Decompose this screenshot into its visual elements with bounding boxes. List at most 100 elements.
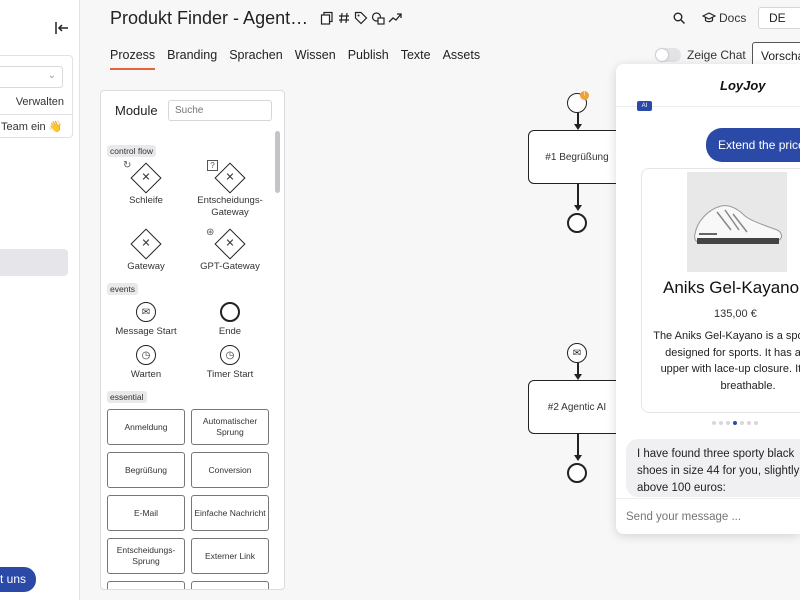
flow-arrow: [574, 455, 582, 461]
docs-label: Docs: [719, 11, 747, 25]
flow-arrow: [574, 205, 582, 211]
collapse-sidebar-icon[interactable]: [54, 20, 70, 36]
gateway-shape: ✕: [214, 162, 246, 194]
module-ende[interactable]: Ende: [185, 302, 275, 338]
module-gateway[interactable]: ✕ Gateway: [101, 228, 191, 273]
graduation-cap-icon: [702, 12, 716, 23]
end-event-icon: [220, 302, 240, 322]
trending-icon[interactable]: [388, 11, 402, 25]
module-einfache-nachricht[interactable]: Einfache Nachricht: [191, 495, 269, 531]
modules-panel: Module control flow ↻ ✕ Schleife ? ✕ Ent…: [100, 90, 285, 590]
flow-end-event[interactable]: [567, 213, 587, 233]
ai-badge: AI: [637, 101, 652, 111]
shapes-icon[interactable]: [371, 11, 385, 25]
module-partial[interactable]: [107, 581, 185, 589]
module-label: Gateway: [127, 261, 165, 272]
module-partial[interactable]: [191, 581, 269, 589]
tab-prozess[interactable]: Prozess: [110, 48, 156, 70]
tab-texte[interactable]: Texte: [401, 48, 431, 70]
category-essential: essential: [107, 391, 147, 403]
flow-end-event[interactable]: [567, 463, 587, 483]
envelope-icon: ✉: [136, 302, 156, 322]
show-chat-toggle-group: Zeige Chat: [655, 48, 746, 62]
left-sidebar: ⌄ Verwalten Team ein 👋 t uns: [0, 0, 80, 600]
chat-message-input[interactable]: [616, 498, 800, 534]
carousel-dot[interactable]: [712, 421, 716, 425]
module-automatischer-sprung[interactable]: Automatischer Sprung: [191, 409, 269, 445]
module-label: Timer Start: [206, 369, 254, 380]
carousel-dot[interactable]: [754, 421, 758, 425]
tab-assets[interactable]: Assets: [443, 48, 481, 70]
module-begruessung[interactable]: Begrüßung: [107, 452, 185, 488]
clock-icon: ◷: [136, 345, 156, 365]
contact-button[interactable]: t uns: [0, 567, 36, 592]
bot-message-bubble: I have found three sporty black shoes in…: [626, 439, 800, 497]
module-label: GPT-Gateway: [200, 261, 260, 272]
timer-icon: ◷: [220, 345, 240, 365]
category-control-flow: control flow: [107, 145, 156, 157]
tab-branding[interactable]: Branding: [167, 48, 217, 70]
modules-search-input[interactable]: [168, 100, 272, 121]
module-email[interactable]: E-Mail: [107, 495, 185, 531]
title-actions: [320, 11, 402, 25]
gateway-shape: ✕: [214, 228, 246, 260]
show-chat-label: Zeige Chat: [687, 48, 746, 62]
module-anmeldung[interactable]: Anmeldung: [107, 409, 185, 445]
workspace-select[interactable]: ⌄: [0, 66, 63, 88]
module-gpt-gateway[interactable]: ✕ GPT-Gateway: [185, 228, 275, 273]
tab-wissen[interactable]: Wissen: [295, 48, 336, 70]
tab-publish[interactable]: Publish: [348, 48, 389, 70]
language-select[interactable]: DE: [758, 7, 800, 29]
module-label: Schleife: [129, 195, 163, 206]
module-label: Message Start: [115, 326, 177, 337]
tab-bar: Prozess Branding Sprachen Wissen Publish…: [110, 48, 492, 70]
flow-message-start-event[interactable]: ✉: [567, 343, 587, 363]
flow-task-agentic-ai[interactable]: #2 Agentic AI: [528, 380, 626, 434]
gateway-shape: ✕: [130, 162, 162, 194]
chat-preview: LoyJoy AI Extend the price range Aniks G…: [616, 64, 800, 534]
search-icon[interactable]: [672, 11, 686, 25]
module-entscheidungs-gateway[interactable]: ✕ Entscheidungs-Gateway: [185, 162, 275, 219]
sidebar-selected-item[interactable]: [0, 249, 68, 276]
modules-scrollbar[interactable]: [275, 131, 280, 193]
module-label: Ende: [218, 326, 242, 337]
workspace-card: ⌄ Verwalten Team ein 👋: [0, 55, 73, 138]
chevron-down-icon: ⌄: [47, 70, 56, 81]
team-invite-text[interactable]: Team ein 👋: [1, 120, 62, 133]
gateway-shape: ✕: [130, 228, 162, 260]
product-image: [687, 172, 787, 272]
manage-link[interactable]: Verwalten: [16, 96, 64, 108]
module-conversion[interactable]: Conversion: [191, 452, 269, 488]
flow-connector: [577, 434, 579, 456]
divider: [0, 114, 72, 115]
docs-link[interactable]: Docs: [702, 11, 746, 25]
flow-task-begruessung[interactable]: #1 Begrüßung: [528, 130, 626, 184]
carousel-dot-active[interactable]: [733, 421, 737, 425]
product-description: The Aniks Gel-Kayano is a sports shoe de…: [653, 330, 800, 392]
tag-icon[interactable]: [354, 11, 368, 25]
module-schleife[interactable]: ✕ Schleife: [101, 162, 191, 207]
show-chat-toggle[interactable]: [655, 48, 681, 62]
module-timer-start[interactable]: ◷ Timer Start: [185, 345, 275, 381]
flow-connector: [577, 184, 579, 206]
copy-icon[interactable]: [320, 11, 334, 25]
carousel-dot[interactable]: [740, 421, 744, 425]
modules-title: Module: [115, 103, 158, 118]
carousel-dots: [712, 421, 758, 425]
loyjoy-logo: LoyJoy: [720, 78, 766, 93]
product-price: 135,00 €: [714, 308, 757, 320]
carousel-dot[interactable]: [726, 421, 730, 425]
module-label: Entscheidungs-Gateway: [197, 195, 263, 218]
module-entscheidungs-sprung[interactable]: Entscheidungs-Sprung: [107, 538, 185, 574]
product-name: Aniks Gel-Kayano: [663, 278, 800, 297]
carousel-dot[interactable]: [719, 421, 723, 425]
carousel-dot[interactable]: [747, 421, 751, 425]
module-externer-link[interactable]: Externer Link: [191, 538, 269, 574]
product-card[interactable]: Aniks Gel-Kayano 135,00 € The Aniks Gel-…: [641, 168, 800, 413]
user-message-bubble: Extend the price range: [706, 128, 800, 162]
page-title[interactable]: Produkt Finder - Agentic AI: [110, 8, 312, 29]
module-message-start[interactable]: ✉ Message Start: [101, 302, 191, 338]
module-warten[interactable]: ◷ Warten: [101, 345, 191, 381]
hash-icon[interactable]: [337, 11, 351, 25]
tab-sprachen[interactable]: Sprachen: [229, 48, 283, 70]
